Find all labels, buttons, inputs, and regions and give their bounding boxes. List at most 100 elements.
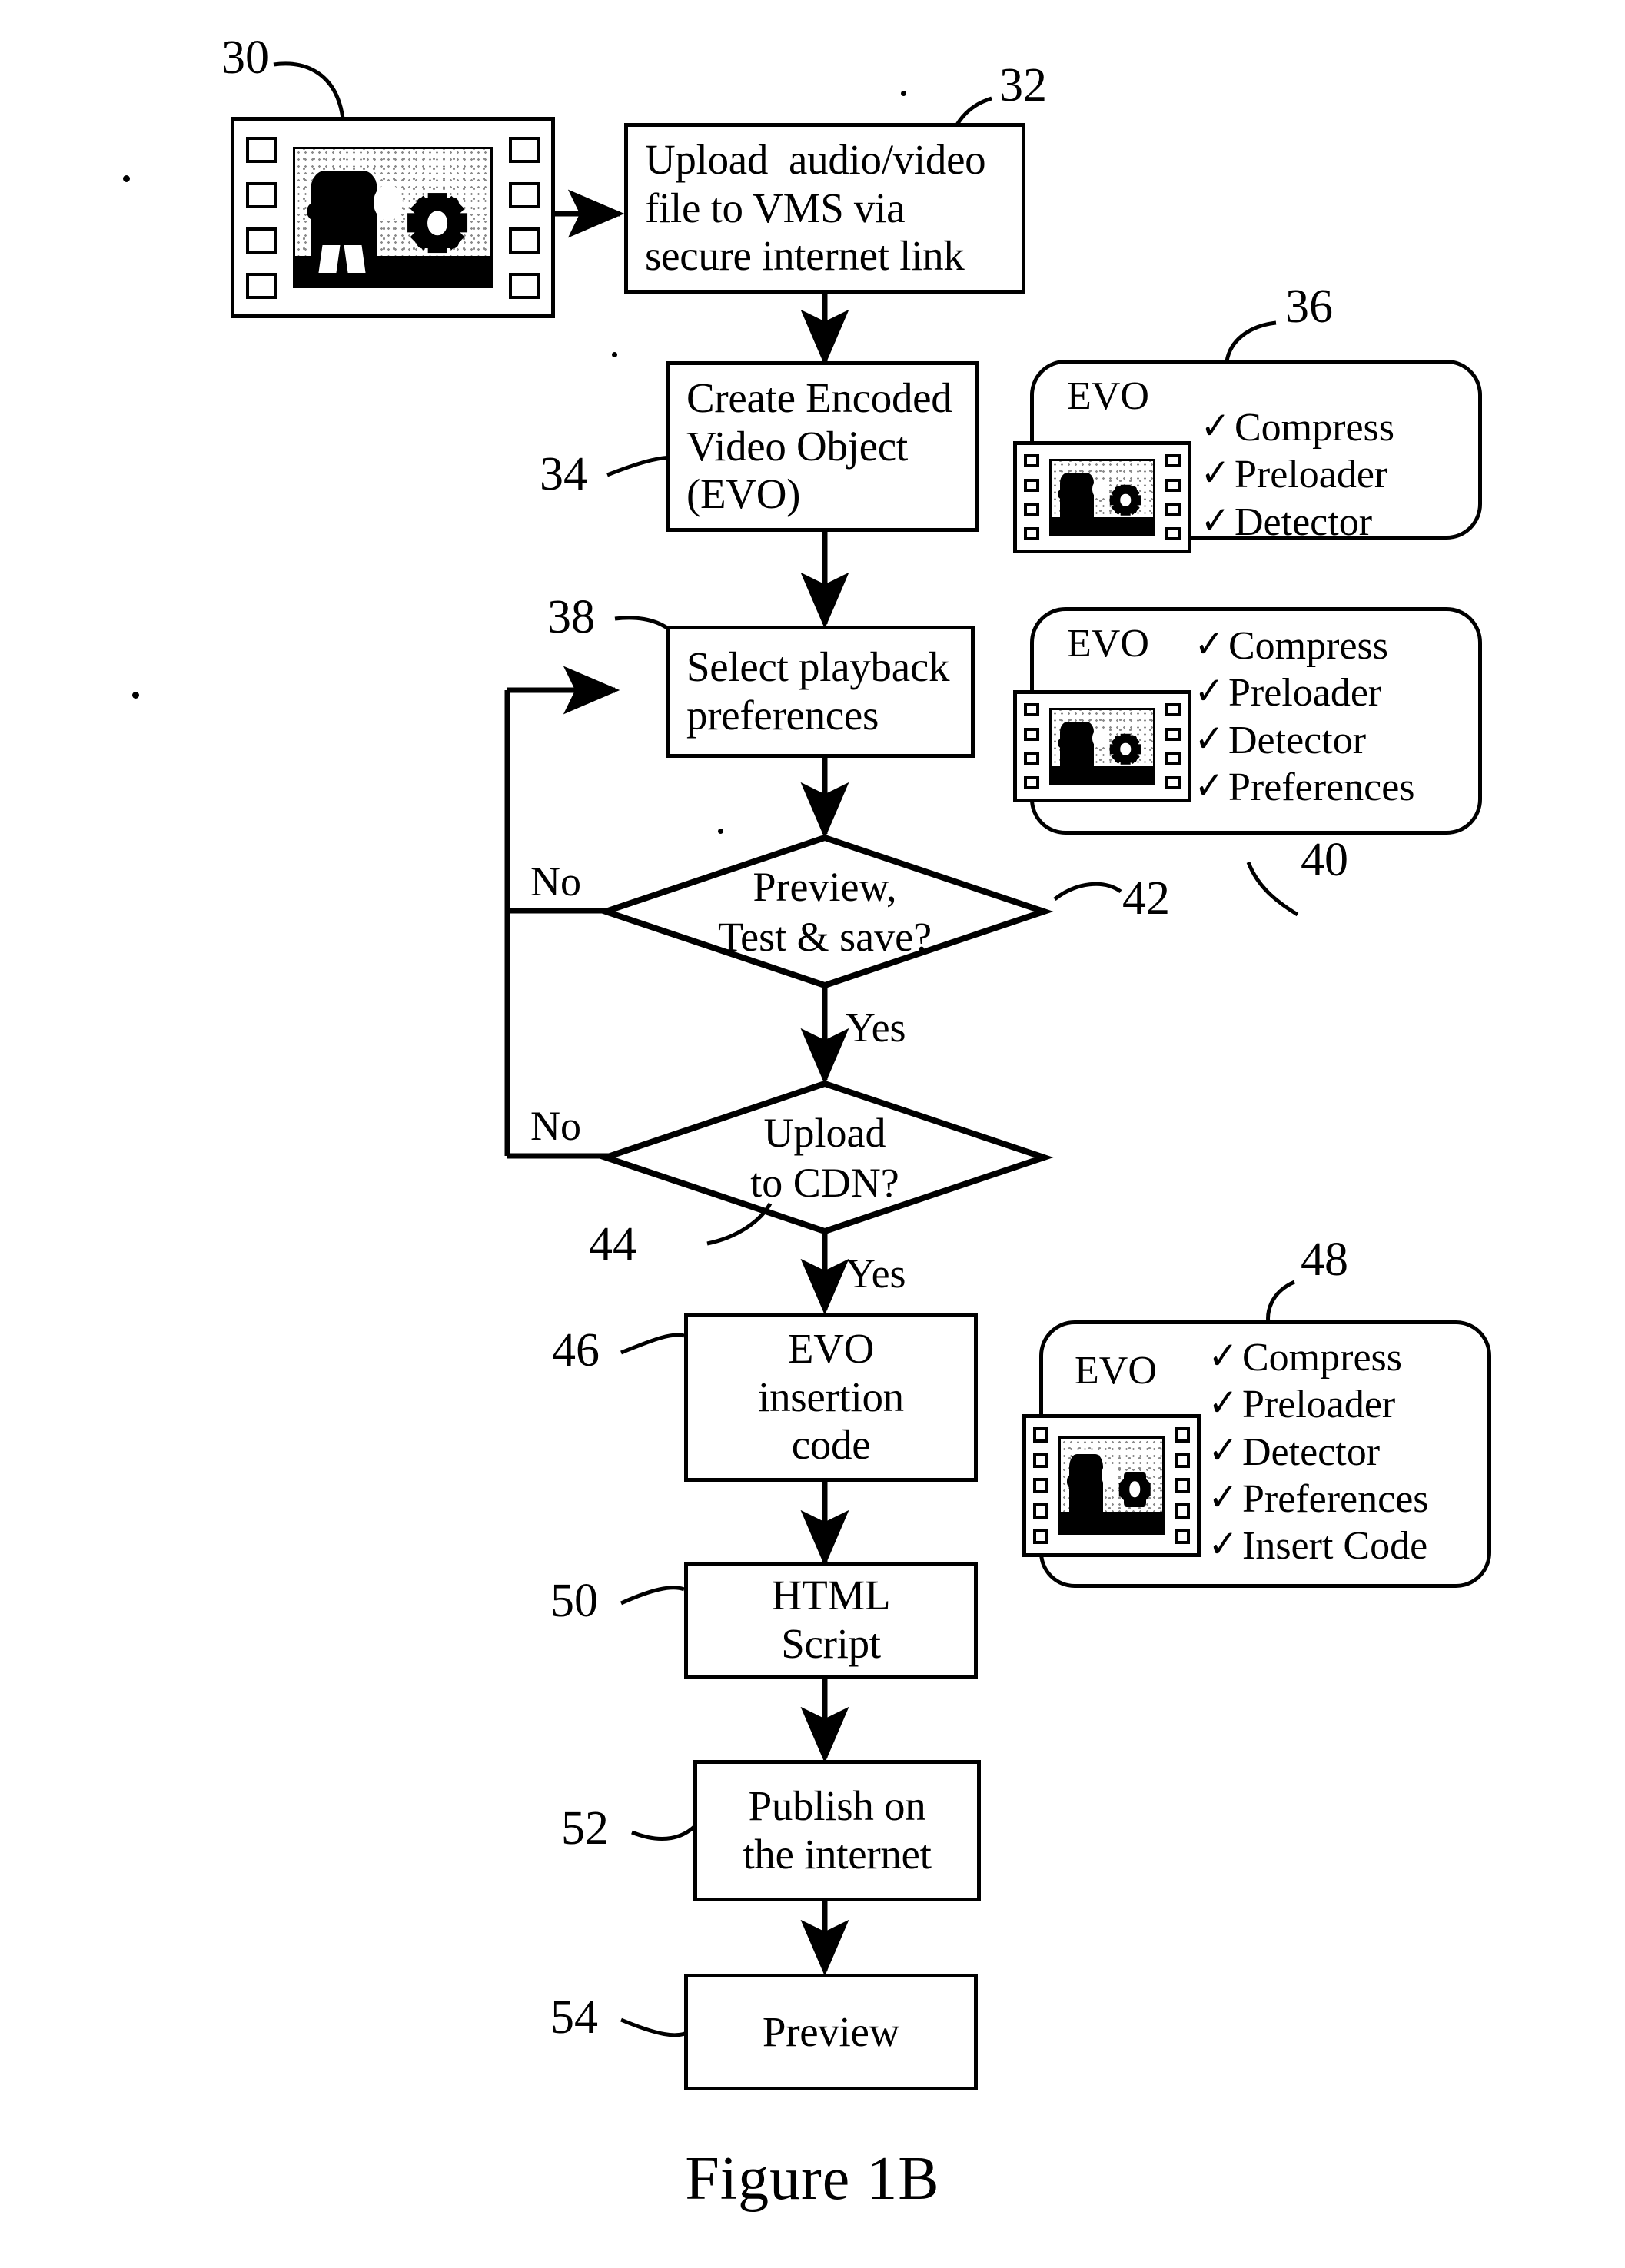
reference-numeral-54: 54	[550, 1991, 598, 2044]
reference-numeral-44: 44	[589, 1218, 636, 1270]
checklist-label: Compress	[1242, 1336, 1402, 1380]
scan-speck	[612, 352, 617, 357]
perforation	[1033, 1503, 1048, 1519]
process-box-preview: Preview	[684, 1974, 978, 2090]
perforation	[1024, 478, 1039, 492]
reference-numeral-36: 36	[1285, 281, 1333, 333]
check-icon: ✓	[1200, 450, 1231, 496]
process-box-select-preferences: Select playback preferences	[666, 626, 975, 758]
scan-speck	[901, 91, 906, 96]
gear-icon	[408, 188, 467, 259]
check-icon: ✓	[1208, 1427, 1238, 1473]
reference-numeral-32: 32	[999, 59, 1047, 111]
filmstrip-perforations-right	[1158, 694, 1188, 799]
perforation	[1165, 503, 1181, 516]
small-gear	[1092, 729, 1108, 748]
evo-card-36-title: EVO	[1067, 374, 1149, 418]
evo-card-48-checklist: ✓ Compress ✓ Preloader ✓ Detector ✓ Pref…	[1207, 1333, 1429, 1570]
process-box-line: HTML	[771, 1572, 891, 1619]
filmstrip-perforations-right	[1168, 1418, 1197, 1553]
perforation	[1165, 775, 1181, 789]
perforation	[1033, 1529, 1048, 1545]
perforation	[246, 272, 277, 299]
checklist-item: ✓ Detector	[1207, 1427, 1429, 1476]
film-frame-image	[1049, 459, 1155, 536]
process-box-upload: Upload audio/video file to VMS via secur…	[624, 123, 1025, 294]
process-box-line: preferences	[686, 692, 879, 739]
filmstrip-frame-area	[288, 121, 497, 314]
checklist-item: ✓ Preloader	[1207, 1380, 1429, 1428]
checklist-item: ✓ Preloader	[1199, 450, 1394, 498]
ground-shadow	[1061, 1512, 1162, 1532]
process-box-evo-insertion-code: EVO insertion code	[684, 1313, 978, 1482]
checklist-label: Compress	[1228, 624, 1388, 668]
checklist-label: Preloader	[1235, 453, 1388, 497]
check-icon: ✓	[1194, 669, 1225, 714]
filmstrip-perforations-left	[1017, 445, 1046, 550]
decision-line: to CDN?	[750, 1159, 899, 1206]
perforation	[1024, 503, 1039, 516]
check-icon: ✓	[1200, 403, 1231, 448]
reference-numeral-50: 50	[550, 1575, 598, 1627]
process-box-line: EVO	[787, 1324, 875, 1372]
perforation	[1175, 1529, 1190, 1545]
checklist-label: Insert Code	[1242, 1524, 1428, 1569]
check-icon: ✓	[1208, 1333, 1238, 1378]
process-box-publish: Publish on the internet	[693, 1760, 981, 1901]
check-icon: ✓	[1208, 1475, 1238, 1520]
check-icon: ✓	[1194, 716, 1225, 761]
decision-line: Test & save?	[717, 913, 932, 960]
process-box-line: (EVO)	[686, 470, 801, 518]
checklist-label: Preferences	[1228, 765, 1415, 810]
reference-numeral-38: 38	[547, 591, 595, 643]
perforation	[1024, 775, 1039, 789]
checklist-label: Detector	[1228, 718, 1367, 762]
checklist-label: Compress	[1235, 406, 1394, 450]
perforation	[1033, 1452, 1048, 1468]
perforation	[1165, 727, 1181, 741]
checklist-item: ✓ Preferences	[1207, 1475, 1429, 1523]
perforation	[1033, 1426, 1048, 1443]
small-gear	[373, 184, 403, 221]
decision-label-preview-test-save: Preview, Test & save?	[656, 862, 994, 962]
evo-card-40-title: EVO	[1067, 622, 1149, 666]
evo-card-36-checklist: ✓ Compress ✓ Preloader ✓ Detector	[1199, 403, 1394, 546]
gear-icon	[1111, 481, 1141, 519]
process-box-line: the internet	[743, 1831, 932, 1878]
evo-card-40-filmstrip	[1013, 690, 1191, 802]
process-box-line: Upload audio/video	[645, 135, 986, 183]
gear-icon	[1111, 730, 1141, 768]
filmstrip-perforations-left	[1017, 694, 1046, 799]
checklist-item: ✓ Preloader	[1193, 669, 1415, 716]
small-gear	[1092, 480, 1108, 499]
process-box-html-script: HTML Script	[684, 1562, 978, 1679]
perforation	[1024, 454, 1039, 468]
person-hand	[1066, 1474, 1078, 1489]
perforation	[509, 272, 540, 299]
process-box-line: Create Encoded	[686, 374, 952, 421]
process-box-line: Script	[781, 1620, 881, 1667]
checklist-label: Detector	[1235, 500, 1373, 544]
branch-label-yes-44: Yes	[846, 1250, 906, 1297]
check-icon: ✓	[1208, 1522, 1238, 1567]
reference-numeral-52: 52	[561, 1802, 609, 1855]
checklist-item: ✓ Detector	[1193, 716, 1415, 764]
film-frame-image	[1049, 708, 1155, 785]
ground-shadow	[1052, 766, 1153, 782]
check-icon: ✓	[1208, 1380, 1238, 1426]
checklist-item: ✓ Insert Code	[1207, 1522, 1429, 1569]
filmstrip-perforations-left	[234, 121, 288, 314]
perforation	[246, 136, 277, 163]
checklist-label: Preferences	[1242, 1477, 1429, 1522]
check-icon: ✓	[1200, 497, 1231, 543]
filmstrip-frame-area	[1046, 445, 1158, 550]
reference-numeral-46: 46	[552, 1324, 600, 1376]
perforation	[509, 181, 540, 208]
small-gear	[1101, 1463, 1117, 1488]
evo-card-48-title: EVO	[1075, 1349, 1157, 1393]
process-box-line: secure internet link	[645, 232, 965, 280]
figure-caption: Figure 1B	[685, 2145, 940, 2213]
branch-label-no-44: No	[530, 1103, 581, 1149]
perforation	[1165, 703, 1181, 717]
gear-icon	[1119, 1465, 1151, 1513]
